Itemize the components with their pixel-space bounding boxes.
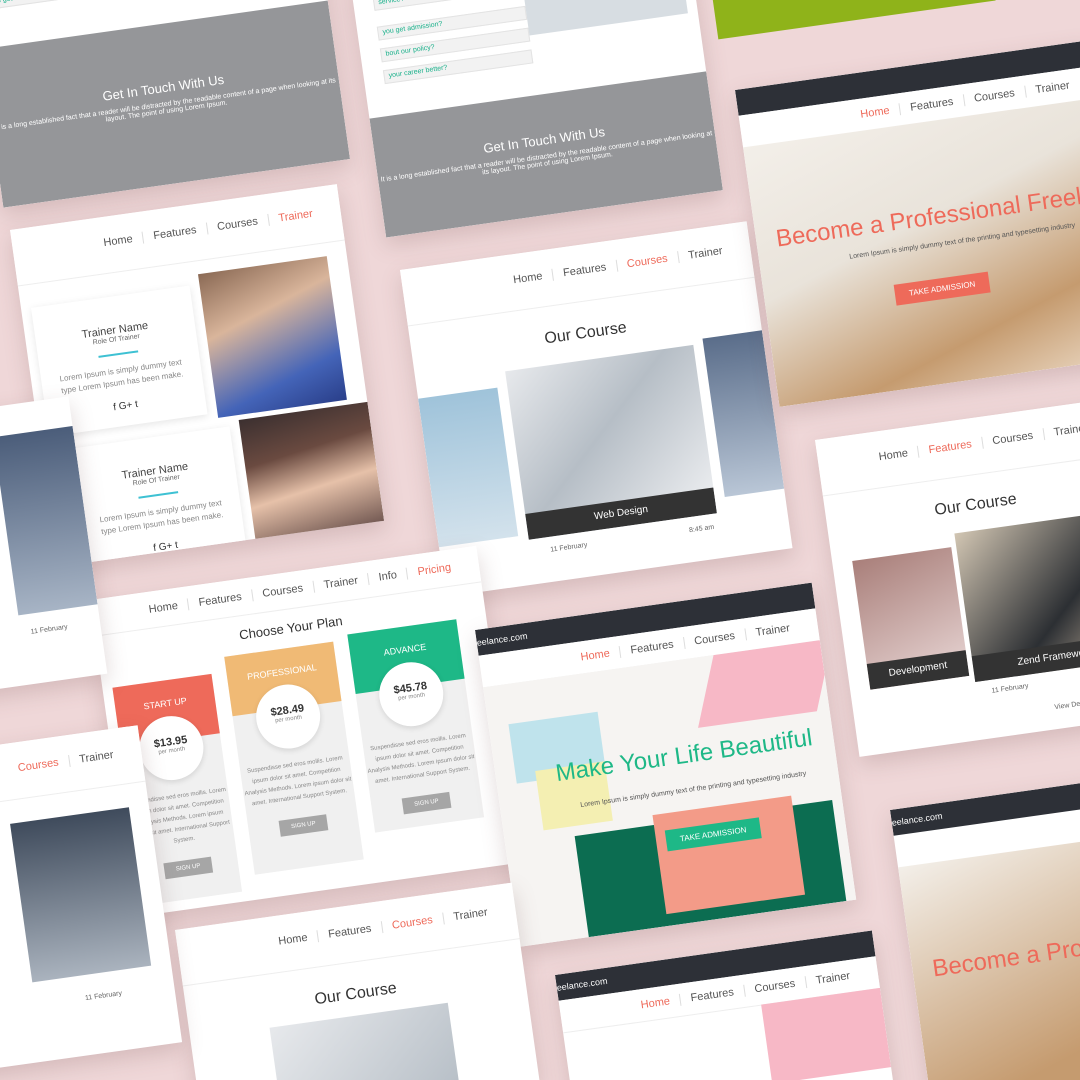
- nav-info[interactable]: Info: [366, 567, 408, 586]
- nav-courses[interactable]: Courses: [980, 428, 1044, 449]
- nav-home[interactable]: Home: [850, 103, 901, 122]
- nav-features[interactable]: Features: [141, 222, 208, 244]
- nav-home[interactable]: Home: [138, 598, 189, 617]
- trainer-info: Trainer Name Role Of Trainer Lorem Ipsum…: [71, 426, 247, 567]
- nav-courses[interactable]: Courses: [250, 580, 314, 602]
- nav-courses[interactable]: Courses: [682, 628, 746, 650]
- course-time: 8:45 am: [688, 523, 715, 535]
- nav-trainer[interactable]: Trainer: [676, 243, 734, 264]
- paper-shape: [698, 640, 833, 728]
- trainer-photo: [197, 256, 347, 418]
- course-image[interactable]: Zend Framework: [954, 510, 1080, 683]
- nav-features[interactable]: Features: [916, 436, 983, 458]
- nav-courses[interactable]: Courses: [7, 755, 69, 775]
- mockup-collage: service? you get admission? Get In Touch…: [0, 0, 1080, 1080]
- contact-section: Get In Touch With Us It is a long establ…: [0, 0, 350, 208]
- course-date: 11 February: [30, 623, 69, 636]
- course-image[interactable]: Web Design: [505, 344, 717, 540]
- hero-image: [518, 0, 688, 36]
- course-image: Development: [852, 547, 970, 690]
- nav-courses[interactable]: Courses: [205, 214, 269, 235]
- course-date: 11 February: [991, 682, 1030, 695]
- contact-section: Get In Touch With Us It is a long establ…: [369, 71, 723, 238]
- nav-home[interactable]: Home: [93, 232, 144, 251]
- course-image: [10, 807, 152, 983]
- course-caption: Development: [866, 650, 970, 690]
- nav-bar: Home Features Courses Trainer: [815, 398, 1080, 497]
- price-circle: $45.78 per month: [375, 658, 448, 731]
- trainer-divider: [138, 491, 179, 499]
- hero-card: eelance.com Home Features Courses Traine…: [475, 582, 857, 947]
- nav-features[interactable]: Features: [316, 921, 383, 943]
- hero-image: [743, 97, 1080, 407]
- hero-card: eelance.com Become a Professional Freela…: [890, 776, 1080, 1080]
- nav-trainer[interactable]: Trainer: [441, 904, 499, 925]
- course-date: 11 February: [84, 990, 123, 1003]
- trainer-photo: [238, 401, 385, 559]
- nav-courses[interactable]: Courses: [742, 976, 806, 997]
- view-details-link[interactable]: View Details: [1054, 699, 1080, 711]
- signup-button[interactable]: SIGN UP: [401, 791, 452, 815]
- nav-trainer[interactable]: Trainer: [67, 747, 125, 768]
- nav-trainer[interactable]: Trainer: [1023, 78, 1080, 98]
- paper-shape: [761, 987, 892, 1080]
- nav-features[interactable]: Features: [186, 589, 253, 611]
- contact-card: service? you get admission? bout our pol…: [350, 0, 723, 238]
- nav-features[interactable]: Features: [618, 637, 685, 659]
- course-date: 11 February: [549, 541, 588, 554]
- plan-features: Suspendisse sed eros mollis. Lorem ipsum…: [367, 733, 475, 786]
- plan-professional: PROFESSIONAL $28.49 per month Suspendiss…: [224, 641, 364, 875]
- nav-features[interactable]: Features: [679, 984, 745, 1006]
- price-circle: $28.49 per month: [252, 680, 325, 753]
- course-caption: Zend Framework: [971, 633, 1080, 683]
- signup-button[interactable]: SIGN UP: [278, 814, 329, 837]
- hero-card: eelance.com Home Features Courses Traine…: [555, 930, 895, 1080]
- nav-trainer[interactable]: Trainer: [266, 206, 324, 226]
- nav-bar: Courses Trainer: [0, 725, 146, 817]
- nav-features[interactable]: Features: [551, 259, 617, 281]
- nav-home[interactable]: Home: [503, 269, 554, 288]
- hero-card: eelance.com Home Features Courses Traine…: [735, 39, 1080, 407]
- nav-courses[interactable]: Courses: [380, 912, 444, 934]
- course-caption: Web Design: [525, 487, 717, 540]
- nav-home[interactable]: Home: [570, 646, 621, 665]
- trainer-divider: [98, 350, 139, 358]
- nav-trainer[interactable]: Trainer: [1042, 420, 1080, 441]
- nav-features[interactable]: Features: [898, 94, 965, 116]
- paper-shape: [652, 795, 806, 915]
- course-card: Home Features Courses Trainer Our Course…: [400, 221, 793, 597]
- course-card: Home Features Courses Trainer Our Course…: [815, 398, 1080, 757]
- plan-features: Suspendisse sed eros mollis. Lorem ipsum…: [244, 755, 352, 808]
- signup-button[interactable]: SIGN UP: [163, 856, 214, 880]
- plan-advance: ADVANCE $45.78 per month Suspendisse sed…: [347, 619, 485, 833]
- nav-trainer[interactable]: Trainer: [804, 968, 861, 989]
- nav-courses[interactable]: Courses: [615, 251, 679, 272]
- course-image: [269, 1002, 461, 1080]
- nav-home[interactable]: Home: [630, 994, 681, 1013]
- green-banner: [710, 0, 996, 40]
- contact-card: service? you get admission? Get In Touch…: [0, 0, 350, 208]
- nav-home[interactable]: Home: [268, 930, 319, 949]
- faq-field[interactable]: you get admission?: [0, 0, 115, 11]
- course-card: Home Features Courses Trainer Our Course: [175, 882, 540, 1080]
- nav-courses[interactable]: Courses: [962, 85, 1026, 107]
- nav-trainer[interactable]: Trainer: [743, 620, 801, 641]
- top-bar: [890, 776, 1080, 836]
- price-circle: $13.95 per month: [135, 711, 208, 785]
- nav-pricing[interactable]: Pricing: [405, 560, 462, 580]
- course-image: [418, 387, 519, 548]
- nav-home[interactable]: Home: [868, 446, 919, 465]
- nav-trainer[interactable]: Trainer: [312, 573, 369, 593]
